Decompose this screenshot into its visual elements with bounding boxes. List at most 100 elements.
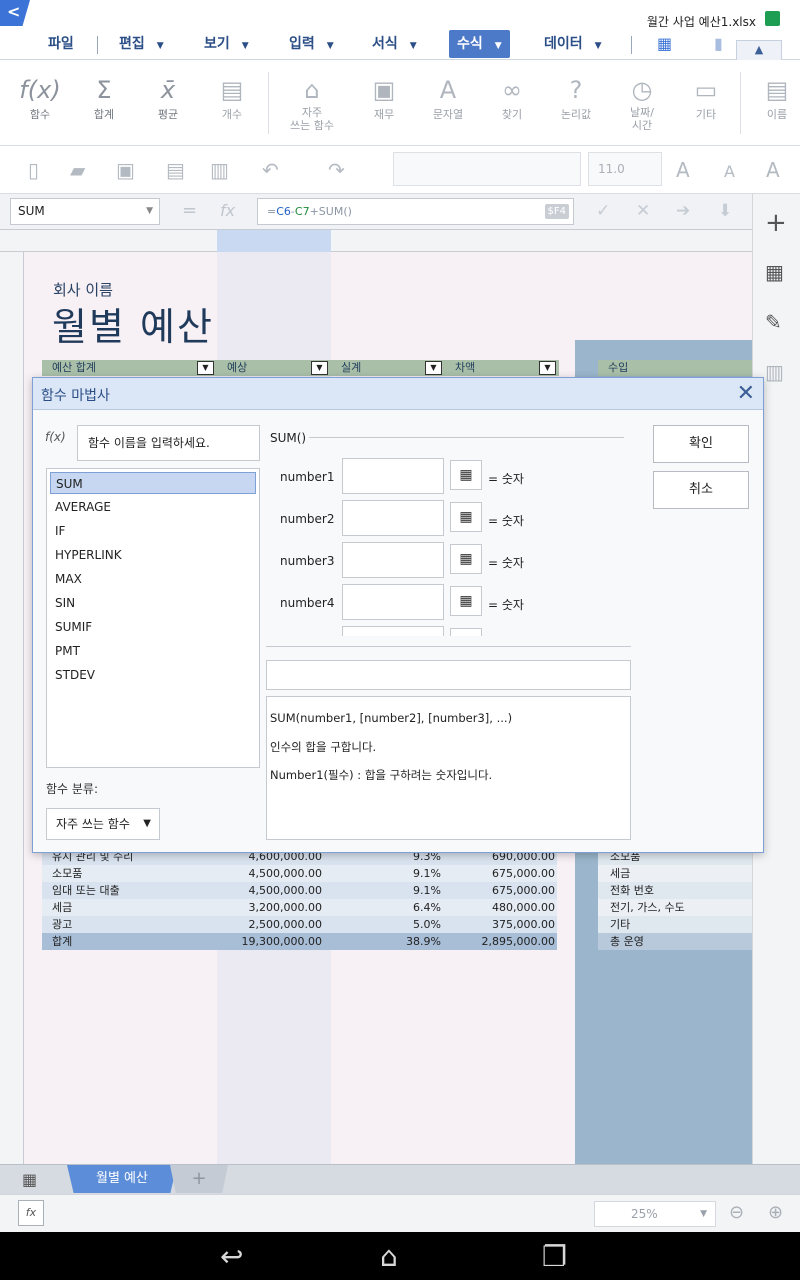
name-box[interactable]: SUM ▼: [10, 198, 160, 225]
zoom-in-icon[interactable]: ⊕: [768, 1202, 783, 1223]
filter-dropdown-icon[interactable]: ▼: [197, 361, 214, 375]
layout-icon[interactable]: ▥: [765, 360, 784, 384]
table-row[interactable]: 세금 3,200,000.00 6.4% 480,000.00: [42, 899, 557, 916]
function-item-hyperlink[interactable]: HYPERLINK: [50, 544, 256, 566]
increase-font-icon[interactable]: A: [676, 158, 690, 182]
function-item-if[interactable]: IF: [50, 520, 256, 542]
home-icon[interactable]: ⌂: [380, 1240, 398, 1273]
save-icon[interactable]: ▣: [116, 158, 135, 182]
arrow-right-icon[interactable]: ➔: [676, 201, 690, 221]
menu-data[interactable]: 데이터 ▼: [544, 30, 602, 58]
ribbon-count-button[interactable]: ▤ 개수: [202, 74, 262, 122]
function-wizard-icon[interactable]: fx: [18, 1200, 44, 1226]
function-item-average[interactable]: AVERAGE: [50, 496, 256, 518]
income-row[interactable]: 세금: [598, 865, 752, 882]
cell-range-picker-icon[interactable]: ▦: [450, 586, 482, 616]
ok-button[interactable]: 확인: [653, 425, 749, 463]
column-header[interactable]: [0, 230, 752, 252]
equals-icon[interactable]: =: [182, 200, 197, 221]
ribbon-frequent-button[interactable]: ⌂ 자주 쓰는 함수: [282, 74, 342, 132]
font-color-icon[interactable]: A: [766, 158, 780, 182]
filter-dropdown-icon[interactable]: ▼: [425, 361, 442, 375]
cell-range-picker-icon[interactable]: ▦: [450, 460, 482, 490]
menu-formula[interactable]: 수식 ▼: [449, 30, 510, 58]
function-item-max[interactable]: MAX: [50, 568, 256, 590]
total-row[interactable]: 합계 19,300,000.00 38.9% 2,895,000.00: [42, 933, 557, 950]
zoom-select[interactable]: 25% ▼: [594, 1201, 716, 1227]
table-icon[interactable]: ▦: [657, 34, 672, 53]
print-preview-icon[interactable]: ▥: [210, 158, 229, 182]
menu-file[interactable]: 파일: [48, 30, 74, 58]
table-row[interactable]: 소모품 4,500,000.00 9.1% 675,000.00: [42, 865, 557, 882]
function-item-sumif[interactable]: SUMIF: [50, 616, 256, 638]
menu-format[interactable]: 서식 ▼: [372, 30, 417, 58]
ribbon-sum-button[interactable]: Σ 합계: [74, 74, 134, 122]
font-name-select[interactable]: [393, 152, 581, 186]
ribbon-datetime-button[interactable]: ◷ 날짜/ 시간: [612, 74, 672, 132]
function-item-sin[interactable]: SIN: [50, 592, 256, 614]
ribbon-financial-button[interactable]: ▣ 재무: [354, 74, 414, 122]
category-select[interactable]: 자주 쓰는 함수 ▼: [46, 808, 160, 840]
print-icon[interactable]: ▤: [166, 158, 185, 182]
ribbon-lookup-button[interactable]: ∞ 찾기: [482, 74, 542, 122]
arrow-down-icon[interactable]: ⬇: [718, 201, 732, 221]
back-icon[interactable]: ↩: [220, 1240, 243, 1273]
income-total-row[interactable]: 총 운영: [598, 933, 752, 950]
open-folder-icon[interactable]: ▰: [70, 158, 85, 182]
pen-icon[interactable]: ✎: [765, 310, 782, 334]
cancel-icon[interactable]: ✕: [636, 201, 650, 221]
redo-icon[interactable]: ↷: [328, 158, 345, 182]
filter-dropdown-icon[interactable]: ▼: [539, 361, 556, 375]
ribbon-logical-button[interactable]: ? 논리값: [546, 74, 606, 122]
formula-input[interactable]: =C6-C7+SUM() $F4: [257, 198, 574, 225]
table-row[interactable]: 광고 2,500,000.00 5.0% 375,000.00: [42, 916, 557, 933]
income-header-cell[interactable]: 수입: [598, 360, 752, 376]
f4-badge[interactable]: $F4: [544, 204, 569, 219]
function-item-sum[interactable]: SUM: [50, 472, 256, 494]
decrease-font-icon[interactable]: A: [724, 162, 735, 181]
row-header[interactable]: [0, 252, 24, 1164]
income-row[interactable]: 기타: [598, 916, 752, 933]
add-sheet-button[interactable]: +: [170, 1165, 228, 1193]
recent-apps-icon[interactable]: ❐: [542, 1240, 567, 1273]
selected-column-header[interactable]: [217, 230, 331, 252]
arg-input-number1[interactable]: [342, 458, 444, 494]
cell-range-picker-icon[interactable]: ▦: [450, 544, 482, 574]
chart-icon[interactable]: ▮: [714, 34, 723, 53]
ribbon-average-button[interactable]: x̄ 평균: [138, 74, 198, 122]
ribbon-function-button[interactable]: f(x) 함수: [10, 74, 70, 122]
new-file-icon[interactable]: ▯: [28, 158, 39, 182]
collapse-ribbon-button[interactable]: ▲: [736, 40, 782, 60]
arg-input-number3[interactable]: [342, 542, 444, 578]
header-cell[interactable]: 예산 합계: [42, 360, 217, 376]
function-item-stdev[interactable]: STDEV: [50, 664, 256, 686]
close-icon[interactable]: ✕: [737, 381, 755, 406]
confirm-icon[interactable]: ✓: [596, 201, 610, 221]
filter-dropdown-icon[interactable]: ▼: [311, 361, 328, 375]
cancel-button[interactable]: 취소: [653, 471, 749, 509]
income-row[interactable]: 전기, 가스, 수도: [598, 899, 752, 916]
sheet-tab[interactable]: 월별 예산: [67, 1165, 177, 1193]
menu-insert[interactable]: 입력 ▼: [289, 30, 334, 58]
cell-range-picker-icon[interactable]: ▦: [450, 502, 482, 532]
income-row[interactable]: 전화 번호: [598, 882, 752, 899]
arg-input-partial[interactable]: [342, 626, 444, 636]
menu-view[interactable]: 보기 ▼: [204, 30, 249, 58]
zoom-out-icon[interactable]: ⊖: [729, 1202, 744, 1223]
arg-input-number4[interactable]: [342, 584, 444, 620]
font-size-select[interactable]: 11.0: [588, 152, 662, 186]
ribbon-name-button[interactable]: ▤ 이름: [748, 74, 800, 122]
undo-icon[interactable]: ↶: [262, 158, 279, 182]
function-item-pmt[interactable]: PMT: [50, 640, 256, 662]
function-search-input[interactable]: 함수 이름을 입력하세요.: [77, 425, 260, 461]
function-icon[interactable]: fx: [220, 201, 235, 220]
arg-input-number2[interactable]: [342, 500, 444, 536]
ribbon-other-button[interactable]: ▭ 기타: [676, 74, 736, 122]
add-icon[interactable]: +: [765, 208, 787, 238]
cell-range-picker-icon[interactable]: [450, 628, 482, 636]
ribbon-text-button[interactable]: A 문자열: [418, 74, 478, 122]
sheet-list-icon[interactable]: ▦: [22, 1170, 37, 1189]
table-edit-icon[interactable]: ▦: [765, 260, 784, 284]
table-row[interactable]: 임대 또는 대출 4,500,000.00 9.1% 675,000.00: [42, 882, 557, 899]
menu-edit[interactable]: 편집 ▼: [119, 30, 164, 58]
